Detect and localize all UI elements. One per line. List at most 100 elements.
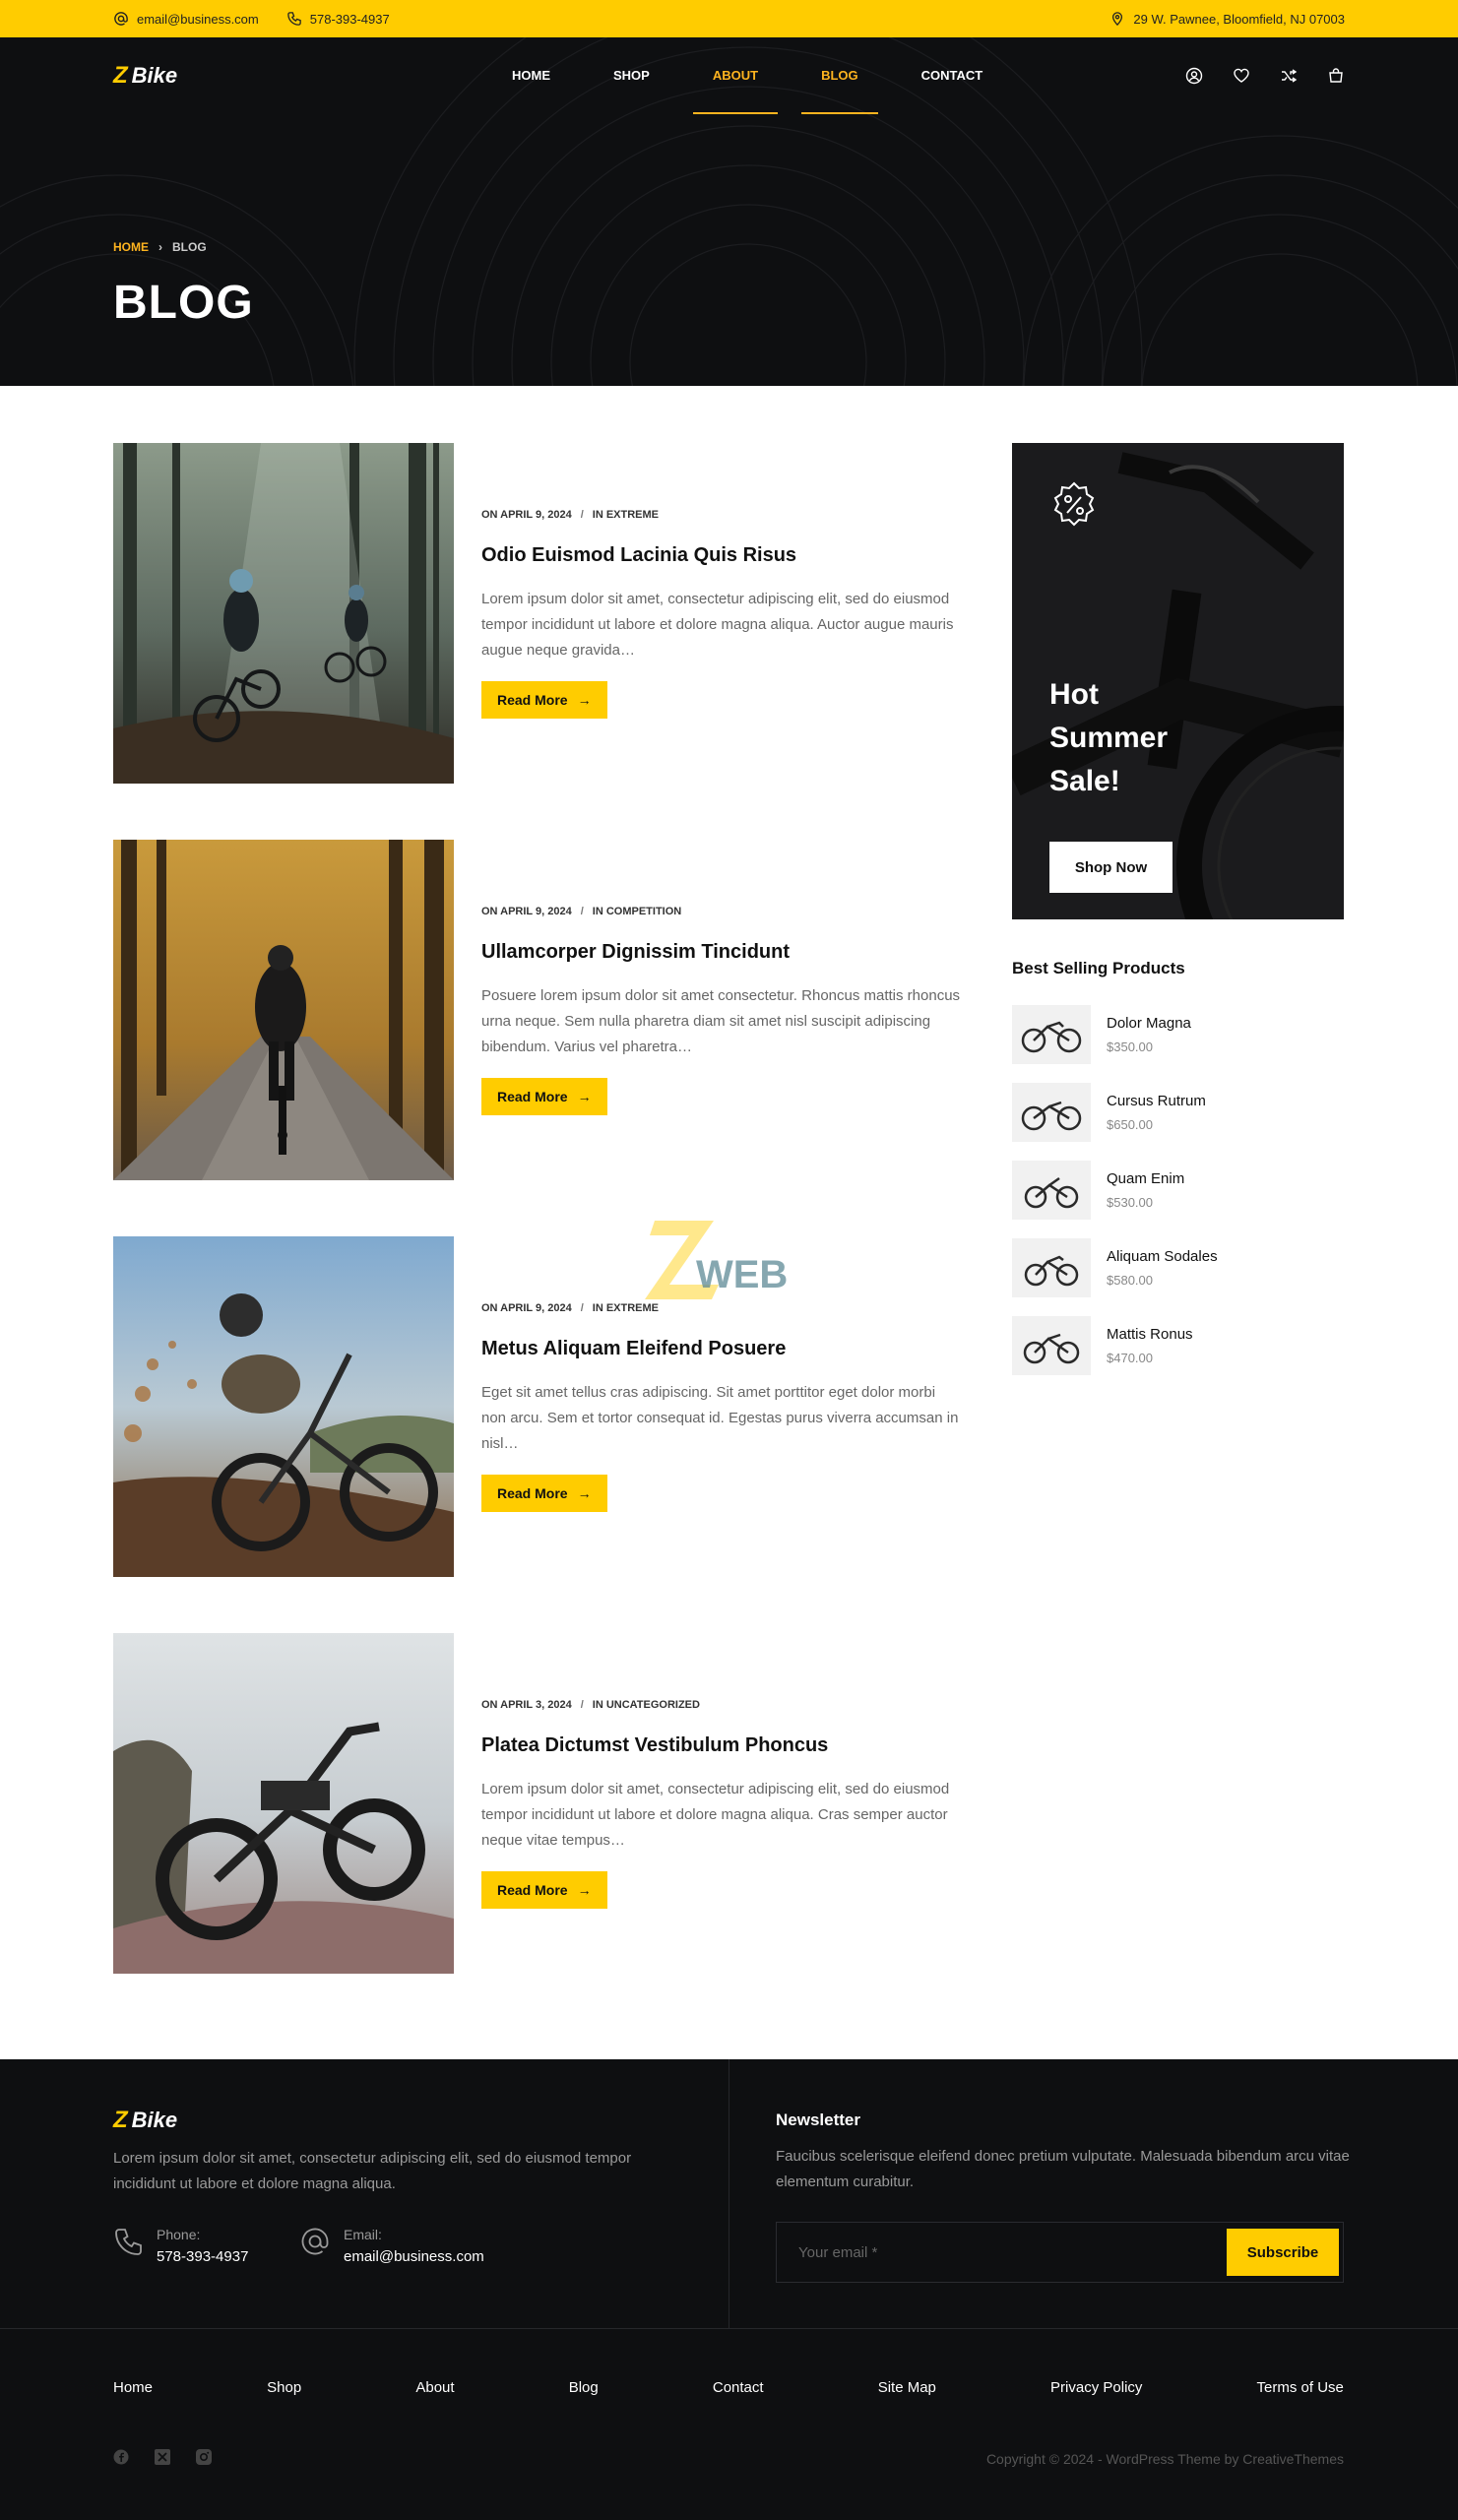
read-more-button[interactable]: Read More → (481, 1077, 607, 1115)
read-more-button[interactable]: Read More → (481, 680, 607, 719)
breadcrumb-home[interactable]: HOME (113, 240, 149, 254)
site-logo[interactable]: Z Bike (113, 62, 177, 90)
footer-link-home[interactable]: Home (113, 2379, 153, 2396)
post-thumbnail[interactable] (113, 1633, 454, 1974)
location-pin-icon (1109, 11, 1125, 27)
post-title[interactable]: Metus Aliquam Eleifend Posuere (481, 1338, 974, 1360)
topbar-address-text: 29 W. Pawnee, Bloomfield, NJ 07003 (1133, 11, 1345, 27)
product-info: Cursus Rutrum $650.00 (1107, 1093, 1206, 1132)
heart-icon[interactable] (1233, 67, 1250, 85)
compare-icon[interactable] (1280, 67, 1298, 85)
post-thumbnail[interactable] (113, 443, 454, 784)
meta-separator: / (580, 508, 584, 521)
product-thumbnail[interactable] (1012, 1005, 1091, 1064)
footer-phone[interactable]: Phone: 578-393-4937 (113, 2227, 248, 2265)
nav-home[interactable]: HOME (492, 37, 570, 114)
topbar-phone-text: 578-393-4937 (309, 11, 390, 27)
nav-menu: HOME SHOP ABOUT BLOG CONTACT (492, 37, 1026, 114)
meta-separator: / (580, 1301, 584, 1314)
cart-icon[interactable] (1327, 67, 1345, 85)
footer-link-blog[interactable]: Blog (569, 2379, 599, 2396)
product-item[interactable]: Mattis Ronus $470.00 (1012, 1316, 1344, 1375)
product-thumbnail[interactable] (1012, 1238, 1091, 1297)
post-content: ON APRIL 9, 2024 / IN EXTREME Odio Euismod… (481, 443, 974, 784)
facebook-icon[interactable] (113, 2449, 129, 2465)
product-name[interactable]: Cursus Rutrum (1107, 1093, 1206, 1109)
newsletter-email-input[interactable] (777, 2223, 1210, 2282)
at-icon (300, 2227, 330, 2261)
post-thumbnail[interactable] (113, 840, 454, 1180)
breadcrumb: HOME › BLOG (113, 240, 207, 254)
post-content: ON APRIL 3, 2024 / IN UNCATEGORIZED Platea… (481, 1633, 974, 1974)
phone-icon (286, 11, 302, 27)
product-price: $350.00 (1107, 1040, 1153, 1054)
bicycle-icon (1021, 1021, 1082, 1053)
copyright-text: Copyright © 2024 - WordPress Theme by Cr… (985, 2451, 1344, 2467)
footer-link-sitemap[interactable]: Site Map (878, 2379, 936, 2396)
topbar-email[interactable]: email@business.com (113, 11, 259, 27)
instagram-icon[interactable] (196, 2449, 212, 2465)
product-name[interactable]: Mattis Ronus (1107, 1326, 1193, 1343)
blog-post: ON APRIL 3, 2024/IN UNCATEGORIZED Platea… (113, 1633, 960, 1974)
page-title: BLOG (113, 277, 254, 329)
newsletter-title: Newsletter (776, 2110, 860, 2129)
post-date: ON APRIL 9, 2024 (481, 1301, 572, 1314)
social-links (113, 2449, 212, 2465)
post-thumbnail[interactable] (113, 1236, 454, 1577)
phone-value: 578-393-4937 (157, 2248, 249, 2265)
bicycle-icon (1023, 1333, 1080, 1364)
post-date: ON APRIL 9, 2024 (481, 508, 572, 521)
promo-banner[interactable]: Hot Summer Sale! Shop Now (1012, 443, 1344, 919)
arrow-right-icon: → (577, 691, 592, 708)
shop-now-button[interactable]: Shop Now (1049, 842, 1173, 893)
footer-link-shop[interactable]: Shop (267, 2379, 301, 2396)
product-thumbnail[interactable] (1012, 1083, 1091, 1142)
product-item[interactable]: Dolor Magna $350.00 (1012, 1005, 1344, 1064)
page-header: Z Bike HOME SHOP ABOUT BLOG CONTACT HOME… (0, 37, 1458, 386)
post-meta: ON APRIL 9, 2024 / IN EXTREME (481, 509, 974, 521)
footer-link-privacy[interactable]: Privacy Policy (1050, 2379, 1142, 2396)
footer-link-about[interactable]: About (415, 2379, 454, 2396)
user-icon[interactable] (1185, 67, 1203, 85)
footer-link-contact[interactable]: Contact (713, 2379, 764, 2396)
product-item[interactable]: Cursus Rutrum $650.00 (1012, 1083, 1344, 1142)
arrow-right-icon: → (577, 1088, 592, 1104)
subscribe-button[interactable]: Subscribe (1227, 2229, 1339, 2276)
read-more-button[interactable]: Read More → (481, 1474, 607, 1512)
post-title[interactable]: Odio Euismod Lacinia Quis Risus (481, 544, 974, 567)
product-thumbnail[interactable] (1012, 1161, 1091, 1220)
post-excerpt: Lorem ipsum dolor sit amet, consectetur … (481, 1780, 950, 1849)
email-label: Email: (344, 2227, 382, 2242)
blog-post: ON APRIL 9, 2024/IN EXTREME Metus Aliqua… (113, 1236, 960, 1577)
post-title[interactable]: Ullamcorper Dignissim Tincidunt (481, 941, 974, 964)
nav-blog[interactable]: BLOG (801, 37, 878, 114)
product-price: $530.00 (1107, 1195, 1153, 1210)
product-name[interactable]: Aliquam Sodales (1107, 1248, 1218, 1265)
post-category[interactable]: IN EXTREME (593, 509, 659, 521)
post-category[interactable]: IN UNCATEGORIZED (593, 1699, 700, 1711)
product-name[interactable]: Dolor Magna (1107, 1015, 1191, 1032)
post-category[interactable]: IN COMPETITION (593, 906, 681, 917)
product-info: Quam Enim $530.00 (1107, 1170, 1184, 1210)
product-item[interactable]: Quam Enim $530.00 (1012, 1161, 1344, 1220)
meta-separator: / (580, 1698, 584, 1711)
x-icon[interactable] (155, 2449, 170, 2465)
nav-contact[interactable]: CONTACT (902, 37, 1003, 114)
watermark-logo: WEB (645, 1216, 822, 1304)
product-price: $650.00 (1107, 1117, 1153, 1132)
footer-logo[interactable]: Z Bike (113, 2107, 177, 2134)
footer-link-terms[interactable]: Terms of Use (1257, 2379, 1344, 2396)
nav-shop[interactable]: SHOP (594, 37, 669, 114)
nav-about[interactable]: ABOUT (692, 37, 779, 114)
product-thumbnail[interactable] (1012, 1316, 1091, 1375)
post-title[interactable]: Platea Dictumst Vestibulum Phoncus (481, 1734, 974, 1757)
email-value: email@business.com (344, 2248, 484, 2265)
product-name[interactable]: Quam Enim (1107, 1170, 1184, 1187)
topbar-phone[interactable]: 578-393-4937 (286, 11, 390, 27)
product-item[interactable]: Aliquam Sodales $580.00 (1012, 1238, 1344, 1297)
footer-email[interactable]: Email: email@business.com (300, 2227, 484, 2265)
read-more-button[interactable]: Read More → (481, 1870, 607, 1909)
post-excerpt: Posuere lorem ipsum dolor sit amet conse… (481, 986, 961, 1055)
read-more-label: Read More (497, 1088, 568, 1104)
topbar-email-text: email@business.com (137, 11, 259, 27)
